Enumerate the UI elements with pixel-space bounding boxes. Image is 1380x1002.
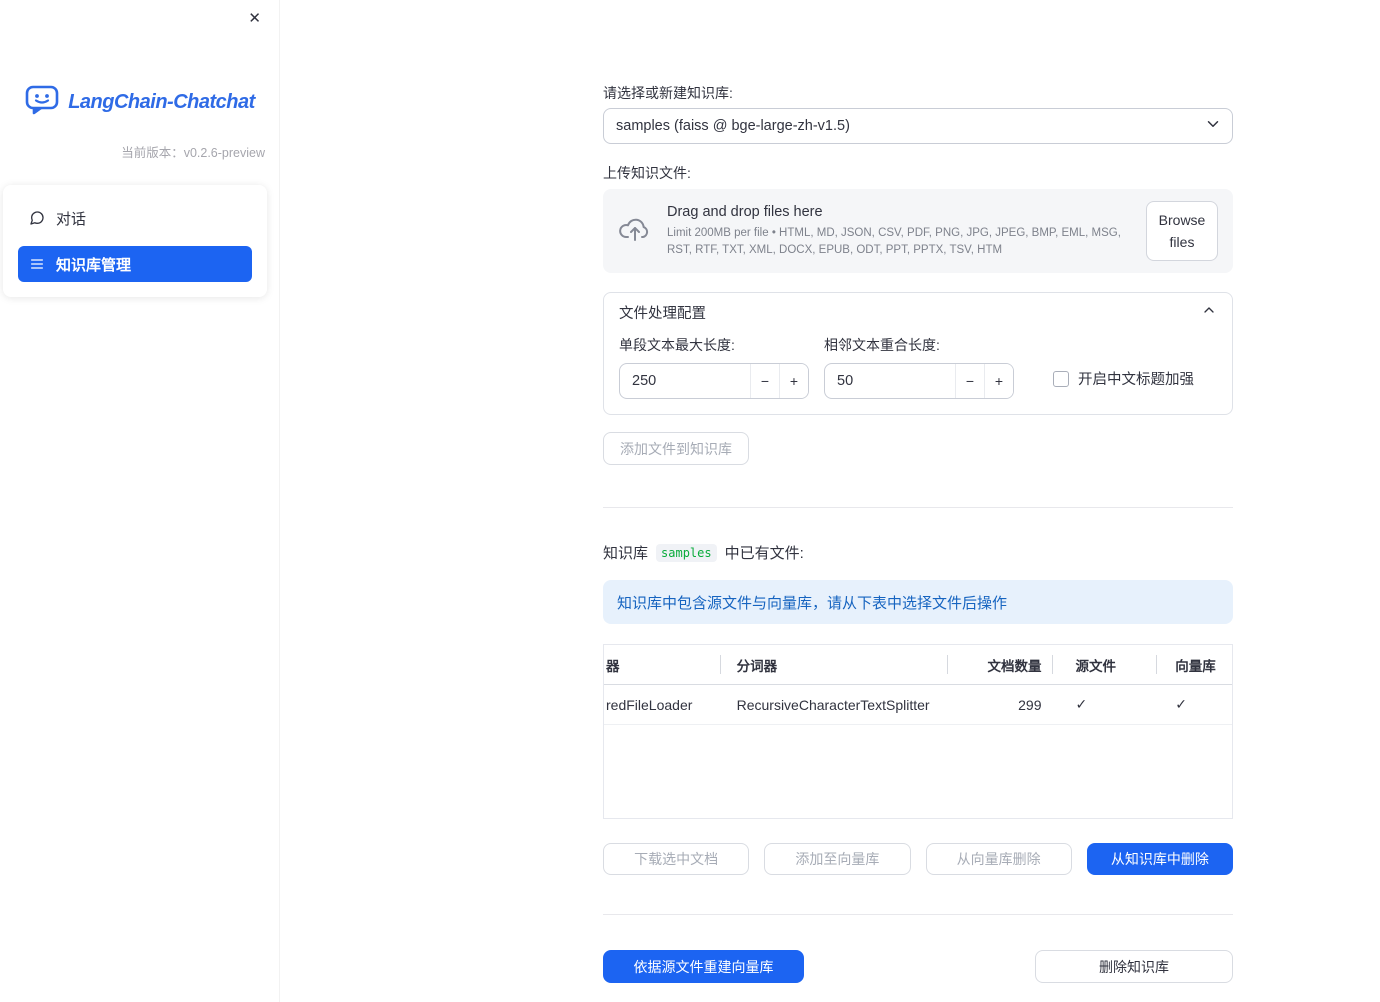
chevron-down-icon [1204,115,1222,137]
delete-kb-button[interactable]: 删除知识库 [1035,950,1233,983]
cell-source-file-check: ✓ [1075,696,1088,712]
table-row[interactable]: redFileLoader RecursiveCharacterTextSpli… [604,685,1232,725]
kb-select-label: 请选择或新建知识库: [603,85,733,101]
bottom-buttons: 依据源文件重建向量库 删除知识库 [603,950,1233,983]
add-files-to-kb-button[interactable]: 添加文件到知识库 [603,432,749,465]
logo-text: LangChain-Chatchat [68,90,255,113]
column-header-splitter[interactable]: 分词器 [719,645,947,684]
info-banner: 知识库中包含源文件与向量库，请从下表中选择文件后操作 [603,580,1233,624]
file-config-expander: 文件处理配置 单段文本最大长度: 250 − + 相邻文本重合长度: 50 − … [603,292,1233,415]
zh-title-enhance-checkbox[interactable] [1053,370,1069,387]
sidebar-item-label: 知识库管理 [56,256,132,274]
column-header-doc-count[interactable]: 文档数量 [946,645,1052,684]
delete-from-vector-store-button[interactable]: 从向量库删除 [925,843,1072,875]
zh-title-enhance-group: 开启中文标题加强 [1053,368,1194,389]
cell-loader: redFileLoader [606,696,693,713]
zh-title-enhance-label[interactable]: 开启中文标题加强 [1078,368,1194,389]
cell-doc-count: 299 [1018,696,1042,713]
delete-from-kb-button[interactable]: 从知识库中删除 [1086,843,1233,875]
chunk-size-input[interactable]: 250 − + [619,363,809,399]
download-selected-button[interactable]: 下载选中文档 [603,843,750,875]
file-dropzone[interactable]: Drag and drop files here Limit 200MB per… [603,189,1233,273]
main-area: 请选择或新建知识库: samples (faiss @ bge-large-zh… [280,0,1380,1002]
cloud-upload-icon [618,215,652,248]
dropzone-limit-text: Limit 200MB per file • HTML, MD, JSON, C… [667,226,1121,256]
dropzone-title: Drag and drop files here [667,203,823,220]
files-table-header: 器 分词器 文档数量 源文件 向量库 [604,645,1232,685]
logo: LangChain-Chatchat [0,84,280,120]
existing-files-heading: 知识库 samples 中已有文件: [603,542,1233,563]
expander-title: 文件处理配置 [619,305,706,322]
overlap-size-input[interactable]: 50 − + [824,363,1014,399]
kb-name-code: samples [656,543,717,562]
column-header-vector-store[interactable]: 向量库 [1156,645,1232,684]
browse-files-button[interactable]: Browse files [1146,200,1218,262]
cell-vector-store-check: ✓ [1175,696,1187,712]
divider [603,914,1233,915]
rebuild-vector-store-button[interactable]: 依据源文件重建向量库 [603,950,804,983]
sidebar-item-chat[interactable]: 对话 [18,200,252,236]
file-config-expander-header[interactable]: 文件处理配置 [604,293,1232,331]
langchain-chatchat-logo-icon [25,84,59,120]
content-column: 请选择或新建知识库: samples (faiss @ bge-large-zh… [603,0,1233,983]
file-config-body: 单段文本最大长度: 250 − + 相邻文本重合长度: 50 − + 开启中文标… [604,331,1232,414]
chunk-size-label: 单段文本最大长度: [619,337,735,353]
overlap-size-value[interactable]: 50 [825,364,955,398]
files-table: 器 分词器 文档数量 源文件 向量库 redFileLoader Recursi… [603,644,1233,819]
add-to-vector-store-button[interactable]: 添加至向量库 [764,843,911,875]
chevron-up-icon [1201,302,1217,322]
sidebar-close-button[interactable]: ✕ [244,7,265,30]
chunk-size-value[interactable]: 250 [620,364,750,398]
chunk-size-group: 单段文本最大长度: 250 − + [619,335,809,399]
column-header-loader[interactable]: 器 [604,645,720,684]
info-banner-text: 知识库中包含源文件与向量库，请从下表中选择文件后操作 [617,594,1008,612]
column-header-source-file[interactable]: 源文件 [1051,645,1157,684]
chunk-size-decrement-button[interactable]: − [750,364,779,398]
existing-files-suffix: 中已有文件: [724,545,804,562]
list-icon [29,256,45,272]
overlap-size-decrement-button[interactable]: − [955,364,984,398]
existing-files-prefix: 知识库 [603,545,649,562]
chunk-size-increment-button[interactable]: + [779,364,808,398]
sidebar-item-label: 对话 [56,210,87,228]
app: ✕ LangChain-Chatchat 当前版本：v0.2.6-preview [0,0,1380,1002]
kb-select[interactable]: samples (faiss @ bge-large-zh-v1.5) [603,108,1233,144]
chat-bubble-icon [29,210,45,226]
table-action-buttons: 下载选中文档 添加至向量库 从向量库删除 从知识库中删除 [603,843,1233,875]
divider [603,507,1233,508]
sidebar-menu: 对话 知识库管理 [3,185,267,297]
sidebar: ✕ LangChain-Chatchat 当前版本：v0.2.6-preview [0,0,280,1002]
overlap-size-group: 相邻文本重合长度: 50 − + [824,335,1014,399]
overlap-size-increment-button[interactable]: + [984,364,1013,398]
cell-splitter: RecursiveCharacterTextSplitter [736,696,930,713]
kb-select-value: samples (faiss @ bge-large-zh-v1.5) [616,118,850,134]
upload-label: 上传知识文件: [603,165,691,181]
dropzone-texts: Drag and drop files here Limit 200MB per… [667,204,1131,258]
sidebar-item-knowledge-base[interactable]: 知识库管理 [18,246,252,282]
version-text: 当前版本：v0.2.6-preview [121,146,265,160]
overlap-size-label: 相邻文本重合长度: [824,337,940,353]
